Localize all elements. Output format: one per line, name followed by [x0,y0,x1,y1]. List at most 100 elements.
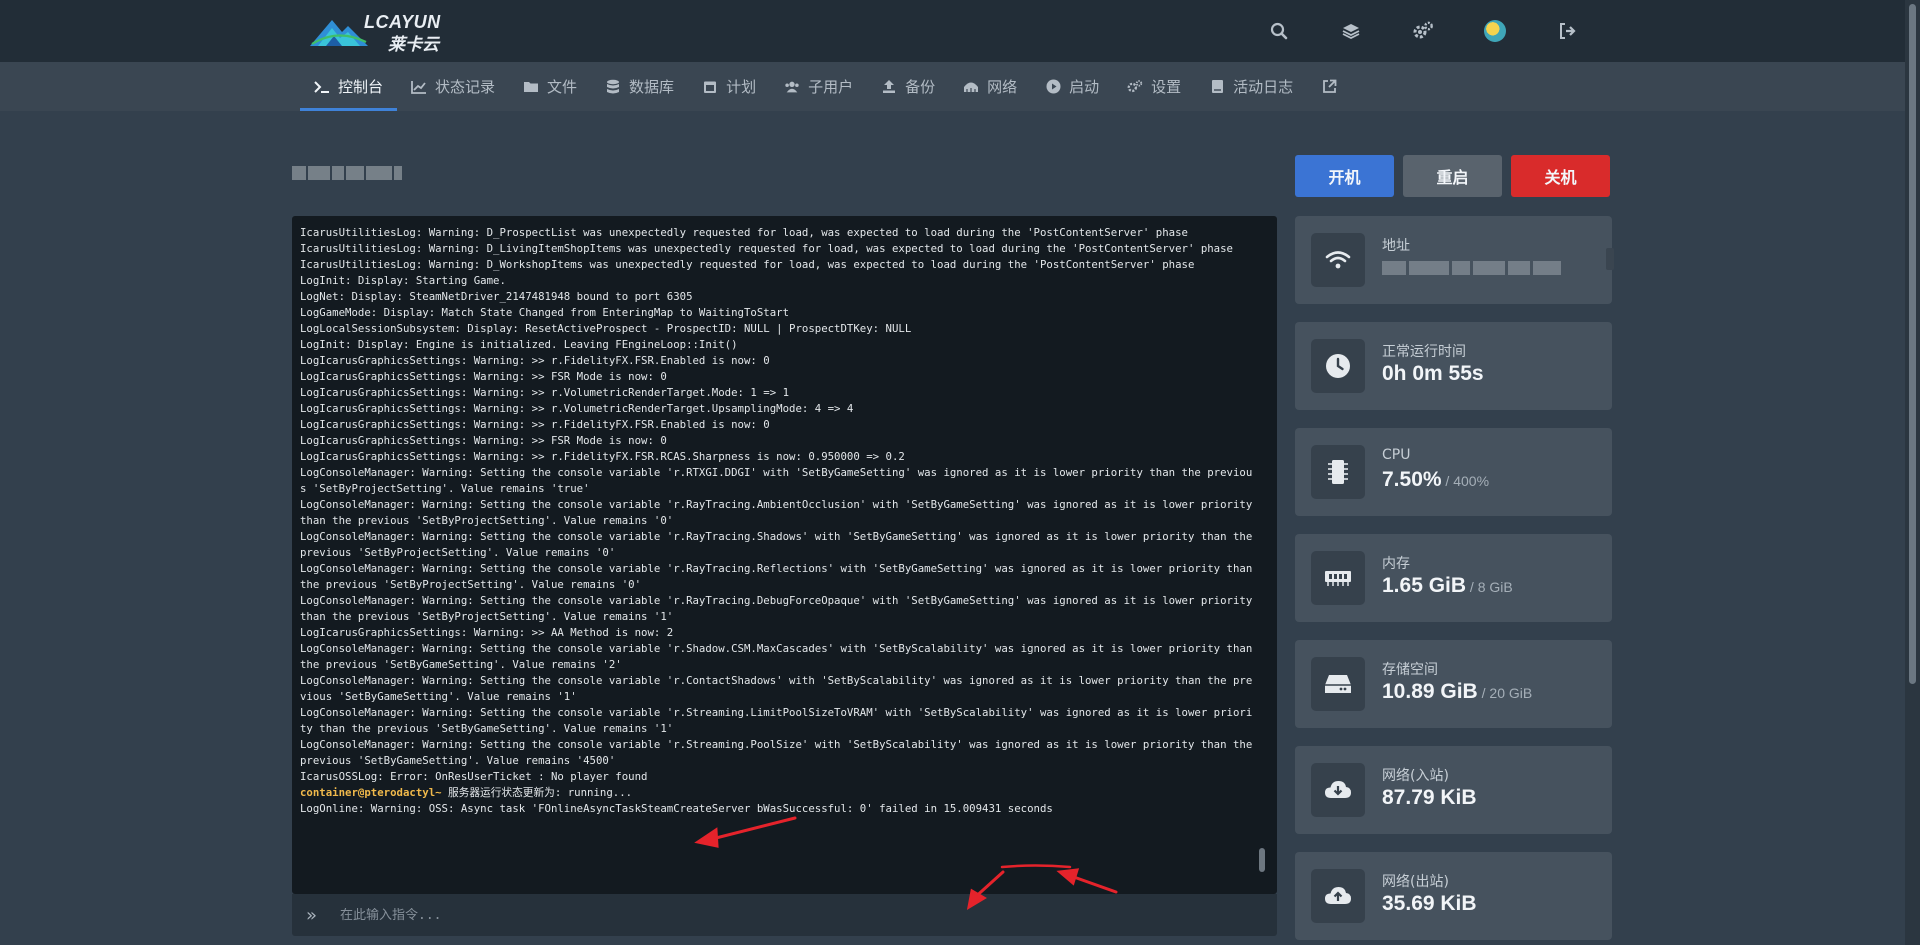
console-line: LogIcarusGraphicsSettings: Warning: >> r… [300,402,854,415]
tab-startup[interactable]: 启动 [1031,62,1113,111]
console-log: IcarusUtilitiesLog: Warning: D_ProspectL… [300,225,1255,875]
tab-users[interactable]: 子用户 [770,62,867,111]
tab-backups[interactable]: 备份 [867,62,949,111]
stat-label: 网络(入站) [1382,768,1449,784]
chip-icon [1311,445,1365,499]
brand-logo[interactable]: LCAYUN 莱卡云 [308,10,458,55]
cloud-download-icon [1311,763,1365,817]
cpu-value: 7.50% [1382,468,1442,491]
console-line: LogIcarusGraphicsSettings: Warning: >> r… [300,354,770,367]
stat-value: 87.79 KiB [1382,786,1477,809]
console-line: LogLocalSessionSubsystem: Display: Reset… [300,322,912,335]
stat-label: 存储空间 [1382,662,1438,678]
tab-activity[interactable]: 活动日志 [1195,62,1307,111]
tab-label: 备份 [905,78,936,96]
server-nav: 控制台 状态记录 文件 数据库 计划 子用户 备份 网络 启动 设置 活动日志 [0,62,1905,111]
cogs-icon[interactable] [1410,18,1436,44]
tab-databases[interactable]: 数据库 [591,62,688,111]
console-line: IcarusUtilitiesLog: Warning: D_LivingIte… [300,242,1233,255]
console-scrollbar[interactable] [1259,848,1265,872]
tab-schedules[interactable]: 计划 [688,62,770,111]
search-icon[interactable] [1266,18,1292,44]
stat-label: 内存 [1382,556,1410,572]
console-line: LogConsoleManager: Warning: Setting the … [300,530,1253,559]
address-value [1382,261,1561,279]
tab-label: 状态记录 [435,78,496,96]
tab-external-link[interactable] [1307,62,1351,111]
book-icon [1209,79,1225,95]
power-controls: 开机 重启 关机 [1295,155,1610,197]
stat-card-network-out: 网络(出站) 35.69 KiB [1295,852,1612,940]
command-input[interactable] [340,907,1240,923]
play-icon [1045,79,1061,95]
external-link-icon [1321,79,1337,95]
folder-icon [523,79,539,95]
console-line: LogIcarusGraphicsSettings: Warning: >> r… [300,386,790,399]
tab-network[interactable]: 网络 [949,62,1031,111]
console-line: LogConsoleManager: Warning: Setting the … [300,706,1253,735]
stat-card-address: 地址 [1295,216,1614,304]
console-input-bar: » [292,894,1277,936]
tab-label: 控制台 [338,78,384,96]
stat-value: 0h 0m 55s [1382,362,1484,385]
upload-icon [881,79,897,95]
memory-limit: / 8 GiB [1466,579,1513,595]
terminal-icon [314,79,330,95]
stat-value: 1.65 GiB / 8 GiB [1382,574,1513,598]
console-line: IcarusOSSLog: Error: OnResUserTicket : N… [300,770,648,783]
layers-icon[interactable] [1338,18,1364,44]
top-actions [1266,18,1580,44]
console-line: LogInit: Display: Engine is initialized.… [300,338,738,351]
start-button[interactable]: 开机 [1295,155,1394,197]
tab-label: 网络 [987,78,1018,96]
copy-tab[interactable] [1606,248,1614,270]
restart-button[interactable]: 重启 [1403,155,1502,197]
tab-files[interactable]: 文件 [509,62,591,111]
top-bar: LCAYUN 莱卡云 [0,0,1905,62]
tab-settings[interactable]: 设置 [1113,62,1195,111]
server-name [292,166,417,190]
console-output[interactable]: IcarusUtilitiesLog: Warning: D_ProspectL… [292,216,1277,894]
console-line: LogConsoleManager: Warning: Setting the … [300,594,1253,623]
stat-label: 正常运行时间 [1382,344,1466,360]
hdd-icon [1311,657,1365,711]
avatar[interactable] [1482,18,1508,44]
stat-label: 网络(出站) [1382,874,1449,890]
logo-mark-icon [310,20,368,46]
sign-out-icon[interactable] [1554,18,1580,44]
console-line: LogGameMode: Display: Match State Change… [300,306,790,319]
disk-value: 10.89 GiB [1382,680,1478,703]
tab-label: 计划 [726,78,757,96]
console-line: LogIcarusGraphicsSettings: Warning: >> r… [300,418,770,431]
console-line: LogConsoleManager: Warning: Setting the … [300,674,1253,703]
stat-card-network-in: 网络(入站) 87.79 KiB [1295,746,1612,834]
console-line: LogIcarusGraphicsSettings: Warning: >> F… [300,370,667,383]
console-line: IcarusUtilitiesLog: Warning: D_ProspectL… [300,226,1188,239]
tab-label: 子用户 [808,78,854,96]
chart-icon [411,79,427,95]
stat-label: 地址 [1382,238,1410,254]
disk-limit: / 20 GiB [1477,685,1533,701]
stat-card-uptime: 正常运行时间 0h 0m 55s [1295,322,1612,410]
console-line: LogInit: Display: Starting Game. [300,274,506,287]
tab-stats[interactable]: 状态记录 [397,62,509,111]
stat-card-disk: 存储空间 10.89 GiB / 20 GiB [1295,640,1612,728]
network-icon [963,79,979,95]
tab-label: 设置 [1151,78,1182,96]
console-line: LogConsoleManager: Warning: Setting the … [300,562,1253,591]
console-line: LogIcarusGraphicsSettings: Warning: >> A… [300,626,674,639]
page-scrollbar[interactable] [1905,0,1920,945]
console-line: LogIcarusGraphicsSettings: Warning: >> r… [300,450,905,463]
tab-label: 启动 [1069,78,1100,96]
stat-value: 7.50% / 400% [1382,468,1489,492]
console-line: LogConsoleManager: Warning: Setting the … [300,466,1253,495]
clock-icon [1311,339,1365,393]
database-icon [605,79,621,95]
cloud-upload-icon [1311,869,1365,923]
stat-value: 10.89 GiB / 20 GiB [1382,680,1532,704]
memory-value: 1.65 GiB [1382,574,1467,597]
console-line: LogConsoleManager: Warning: Setting the … [300,498,1253,527]
stat-value: 35.69 KiB [1382,892,1477,915]
stop-button[interactable]: 关机 [1511,155,1610,197]
tab-console[interactable]: 控制台 [300,62,398,111]
